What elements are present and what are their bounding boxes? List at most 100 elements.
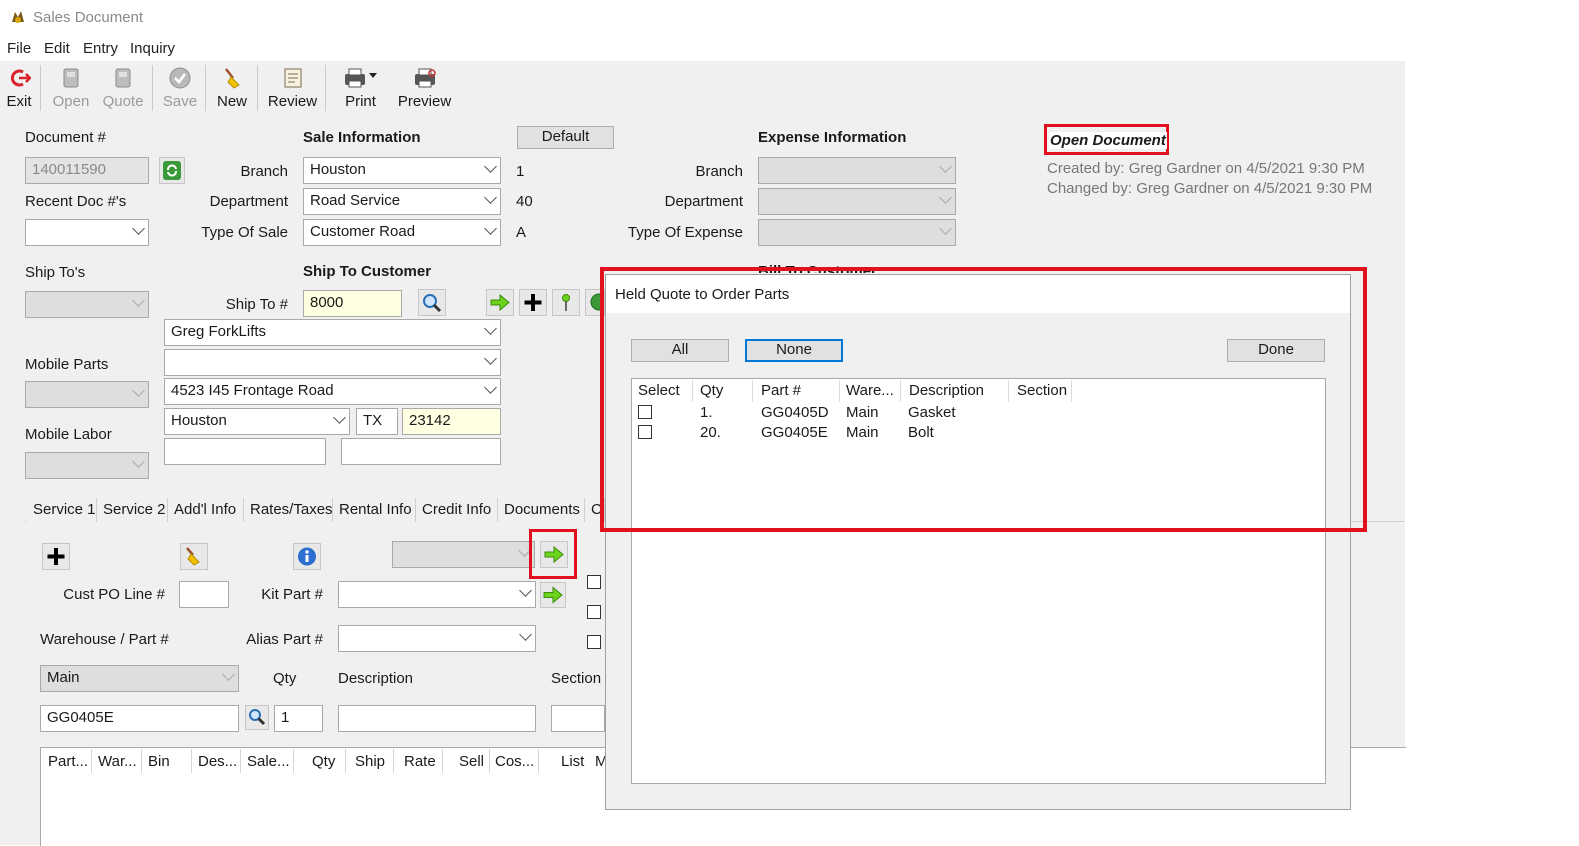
ship-tos-dropdown[interactable]: [25, 291, 149, 318]
exit-button[interactable]: Exit: [3, 64, 35, 114]
tab-service-1[interactable]: Service 1: [27, 498, 97, 522]
chevron-down-icon: [484, 381, 497, 394]
chevron-down-icon: [939, 191, 952, 204]
pin-icon: [562, 294, 570, 311]
menu-edit[interactable]: Edit: [44, 40, 70, 57]
window-title: Sales Document: [33, 9, 144, 26]
grid-divider: [538, 749, 539, 773]
document-number-field[interactable]: 140011590: [25, 157, 149, 184]
grid-header-sale[interactable]: Sale...: [247, 753, 290, 770]
mobile-labor-dropdown[interactable]: [25, 452, 149, 479]
add-line-button[interactable]: [42, 543, 70, 570]
alias-part-dropdown[interactable]: [338, 625, 536, 652]
add-ship-to-button[interactable]: [519, 289, 547, 316]
grid-header-sell[interactable]: Sell: [459, 753, 484, 770]
cust-po-line-field[interactable]: [179, 581, 229, 608]
grid-header-bin[interactable]: Bin: [148, 753, 170, 770]
branch-code: 1: [516, 163, 525, 180]
search-icon: [423, 294, 442, 313]
type-of-expense-dropdown[interactable]: [758, 219, 956, 246]
menu-entry[interactable]: Entry: [83, 40, 118, 57]
clear-line-button[interactable]: [180, 543, 208, 570]
tab-credit-info[interactable]: Credit Info: [416, 498, 498, 522]
open-icon: [63, 68, 79, 88]
sale-info-heading: Sale Information: [303, 129, 421, 146]
option-checkbox-3[interactable]: [587, 635, 601, 649]
save-button[interactable]: Save: [160, 64, 200, 114]
description-field[interactable]: [338, 705, 536, 732]
ship-to-extra-field-2[interactable]: [341, 438, 501, 465]
toolbar-separator: [205, 65, 206, 111]
broom-icon: [186, 547, 200, 566]
kit-part-go-button[interactable]: [540, 582, 566, 608]
section-field[interactable]: [551, 705, 605, 732]
ship-to-city-dropdown[interactable]: Houston: [164, 408, 350, 435]
tab-documents[interactable]: Documents: [498, 498, 585, 522]
section-label: Section: [551, 670, 602, 687]
warehouse-dropdown[interactable]: Main: [40, 665, 239, 692]
option-checkbox-1[interactable]: [587, 575, 601, 589]
default-button[interactable]: Default: [517, 126, 614, 149]
qty-field[interactable]: 1: [274, 705, 323, 732]
grid-header-description[interactable]: Des...: [198, 753, 237, 770]
mobile-parts-dropdown[interactable]: [25, 381, 149, 408]
quote-label: Quote: [102, 93, 144, 110]
tab-rates-taxes[interactable]: Rates/Taxes: [244, 498, 333, 522]
ship-to-number-field[interactable]: 8000: [303, 290, 402, 317]
preview-button[interactable]: Preview: [397, 64, 452, 114]
highlight-box: [600, 267, 1367, 532]
info-button[interactable]: [293, 543, 321, 570]
open-button[interactable]: Open: [51, 64, 91, 114]
arrow-right-icon: [490, 293, 510, 312]
grid-header-rate[interactable]: Rate: [404, 753, 436, 770]
grid-header-more[interactable]: M: [595, 753, 605, 770]
ship-to-extra-field-1[interactable]: [164, 438, 326, 465]
part-number-field[interactable]: GG0405E: [40, 705, 239, 732]
grid-divider: [442, 749, 443, 773]
grid-header-part[interactable]: Part...: [48, 753, 88, 770]
chevron-down-icon: [132, 455, 145, 468]
tab-addl-info[interactable]: Add'l Info: [168, 498, 244, 522]
tab-service-2[interactable]: Service 2: [97, 498, 168, 522]
ship-tos-label: Ship To's: [25, 264, 86, 281]
plus-icon: [47, 548, 65, 565]
quote-button[interactable]: Quote: [100, 64, 146, 114]
grid-header-qty[interactable]: Qty: [312, 753, 335, 770]
expense-branch-dropdown[interactable]: [758, 157, 956, 184]
chevron-down-icon: [939, 222, 952, 235]
tab-rental-info[interactable]: Rental Info: [333, 498, 416, 522]
new-button[interactable]: New: [212, 64, 252, 114]
chevron-down-icon: [484, 352, 497, 365]
ship-to-zip-field[interactable]: 23142: [402, 408, 501, 435]
recent-docs-dropdown[interactable]: [25, 219, 149, 246]
ship-to-name-dropdown[interactable]: Greg ForkLifts: [164, 319, 501, 346]
description-label: Description: [338, 670, 414, 687]
grid-header-list[interactable]: List: [561, 753, 584, 770]
broom-icon: [225, 68, 240, 89]
ship-to-state-field[interactable]: TX: [356, 408, 398, 435]
chevron-down-icon: [484, 160, 497, 173]
menu-file[interactable]: File: [7, 40, 31, 57]
type-of-sale-dropdown[interactable]: Customer Road: [303, 219, 501, 246]
recent-docs-label: Recent Doc #'s: [25, 193, 127, 210]
ship-to-address-dropdown[interactable]: 4523 I45 Frontage Road: [164, 378, 501, 405]
branch-dropdown[interactable]: Houston: [303, 157, 501, 184]
ship-to-search-button[interactable]: [418, 289, 446, 316]
pin-button[interactable]: [552, 289, 580, 316]
review-button[interactable]: Review: [265, 64, 320, 114]
chevron-down-icon: [484, 322, 497, 335]
department-dropdown[interactable]: Road Service: [303, 188, 501, 215]
menu-inquiry[interactable]: Inquiry: [130, 40, 175, 57]
grid-header-cost[interactable]: Cos...: [495, 753, 534, 770]
go-button[interactable]: [486, 289, 514, 316]
line-source-dropdown[interactable]: [392, 541, 535, 568]
part-search-button[interactable]: [245, 705, 269, 730]
grid-header-ship[interactable]: Ship: [355, 753, 385, 770]
option-checkbox-2[interactable]: [587, 605, 601, 619]
ship-to-address2-dropdown[interactable]: [164, 349, 501, 376]
print-button[interactable]: Print: [338, 64, 383, 114]
expense-department-dropdown[interactable]: [758, 188, 956, 215]
grid-header-warehouse[interactable]: War...: [98, 753, 137, 770]
ship-to-heading: Ship To Customer: [303, 263, 432, 280]
kit-part-dropdown[interactable]: [338, 581, 536, 608]
